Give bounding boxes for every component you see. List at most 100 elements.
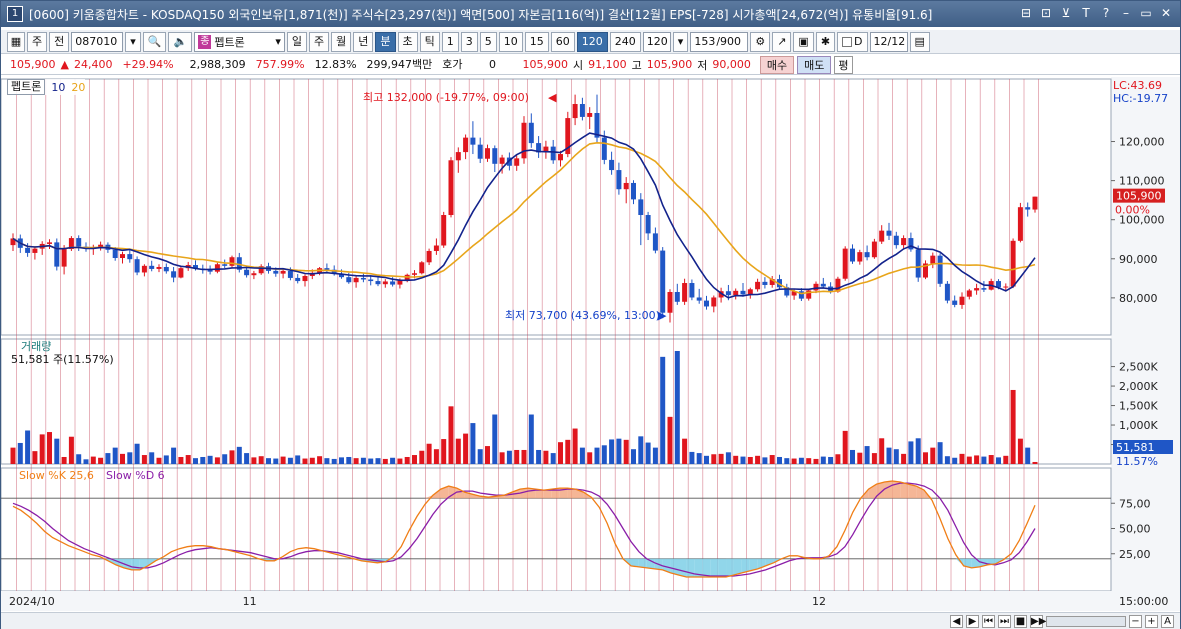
- volume-bar: [850, 449, 855, 464]
- candle-body: [368, 279, 374, 282]
- interval-select[interactable]: 120: [642, 31, 671, 52]
- volume-bar: [791, 458, 797, 464]
- stoch-tick-label: 50,00: [1119, 523, 1151, 536]
- stock-name-dropdown-icon[interactable]: ▾: [275, 35, 281, 48]
- sell-button[interactable]: 매도: [797, 55, 832, 74]
- quote-low: 90,000: [712, 57, 751, 71]
- search-icon[interactable]: 🔍: [142, 31, 167, 52]
- volume-bar: [864, 446, 870, 464]
- volume-bar: [886, 447, 892, 464]
- volume-bar: [645, 442, 651, 464]
- candle-body: [842, 248, 848, 279]
- zoom-in-icon[interactable]: +: [1145, 614, 1158, 628]
- candle-body: [966, 290, 972, 297]
- interval-5[interactable]: 5: [479, 31, 497, 52]
- volume-bar: [32, 451, 38, 464]
- volume-bar: [667, 416, 673, 464]
- interval-120[interactable]: 120: [576, 31, 608, 52]
- close-icon[interactable]: ✕: [1158, 5, 1174, 21]
- scroll-left-icon[interactable]: ◀: [950, 614, 963, 628]
- settings-icon[interactable]: ✱: [815, 31, 836, 52]
- help-icon[interactable]: ?: [1098, 5, 1114, 21]
- volume-bar: [901, 453, 907, 464]
- volume-bar: [251, 457, 257, 464]
- volume-bar: [76, 454, 82, 464]
- bar-count-input[interactable]: 153 /900: [690, 31, 749, 52]
- period-weekly-button[interactable]: 주: [27, 31, 48, 52]
- interval-1[interactable]: 1: [441, 31, 459, 52]
- volume-bar: [1017, 438, 1023, 464]
- volume-bar: [930, 447, 936, 464]
- interval-240[interactable]: 240: [609, 31, 641, 52]
- interval-15[interactable]: 15: [524, 31, 549, 52]
- interval-dropdown-icon[interactable]: ▾: [672, 31, 689, 52]
- volume-bar: [674, 351, 680, 464]
- volume-bar: [784, 458, 790, 464]
- quote-bar: 105,900 ▲ 24,400 +29.94% 2,988,309 757.9…: [1, 55, 1180, 75]
- chart-area[interactable]: 120,000110,000100,00090,00080,000최고 132,…: [1, 77, 1180, 611]
- candle-body: [813, 283, 819, 291]
- speaker-icon[interactable]: 🔈: [168, 31, 193, 52]
- pin-icon[interactable]: ⊻: [1058, 5, 1074, 21]
- d-checkbox[interactable]: D: [837, 31, 868, 52]
- volume-bar: [353, 458, 359, 464]
- candle-body: [287, 270, 293, 278]
- volume-bar: [382, 458, 388, 464]
- text-size-icon[interactable]: T: [1078, 5, 1094, 21]
- grid-icon[interactable]: ▦: [7, 31, 25, 52]
- volume-bar: [704, 455, 709, 464]
- period-day[interactable]: 일: [286, 31, 308, 52]
- quote-amount: 299,947백만: [366, 57, 433, 71]
- date-input[interactable]: 12/12: [869, 31, 908, 52]
- low-annotation: 최저 73,700 (43.69%, 13:00): [505, 309, 660, 322]
- stock-code-input[interactable]: 087010: [71, 31, 124, 52]
- candle-body: [601, 137, 607, 160]
- period-year[interactable]: 년: [353, 31, 374, 52]
- average-button[interactable]: 평: [834, 55, 853, 74]
- period-month[interactable]: 월: [331, 31, 352, 52]
- period-tick[interactable]: 틱: [419, 31, 440, 52]
- stop-icon[interactable]: ■: [1014, 614, 1027, 628]
- maximize-icon[interactable]: ▭: [1138, 5, 1154, 21]
- expand-icon[interactable]: ⊡: [1038, 5, 1054, 21]
- candle-body: [346, 277, 352, 283]
- zoom-out-icon[interactable]: −: [1129, 614, 1142, 628]
- legend-ma-long: 20: [71, 80, 86, 94]
- volume-bar: [295, 455, 301, 464]
- period-second[interactable]: 초: [397, 31, 418, 52]
- buy-button[interactable]: 매수: [759, 55, 795, 74]
- x-axis-last-time: 15:00:00: [1119, 595, 1168, 608]
- first-icon[interactable]: ⏮: [982, 614, 995, 628]
- x-axis-label: 2024/10: [9, 595, 55, 608]
- period-minute[interactable]: 분: [375, 31, 396, 52]
- indicator-icon[interactable]: ⚙: [750, 31, 771, 52]
- volume-bar: [280, 456, 286, 464]
- period-week[interactable]: 주: [309, 31, 330, 52]
- candle-body: [492, 148, 498, 164]
- volume-bar: [944, 456, 950, 464]
- prev-button[interactable]: 전: [49, 31, 70, 52]
- window-number-icon[interactable]: 1: [7, 6, 23, 22]
- minimize-icon[interactable]: –: [1118, 5, 1134, 21]
- font-size-icon[interactable]: A: [1161, 614, 1174, 628]
- volume-tick-label: 2,500K: [1119, 361, 1158, 374]
- bar-total: /900: [716, 34, 742, 48]
- save-icon[interactable]: ▣: [793, 31, 814, 52]
- quote-turnover: 12.83%: [314, 57, 357, 71]
- draw-tool-icon[interactable]: ↗: [772, 31, 792, 52]
- stock-name-box[interactable]: 종 펩트론 ▾: [194, 31, 285, 52]
- last-icon[interactable]: ⏭: [998, 614, 1011, 628]
- volume-bar: [579, 447, 585, 464]
- interval-3[interactable]: 3: [460, 31, 478, 52]
- interval-10[interactable]: 10: [498, 31, 523, 52]
- candle-body: [609, 159, 615, 171]
- code-dropdown-icon[interactable]: ▾: [125, 31, 141, 52]
- calendar-icon[interactable]: ▤: [909, 31, 930, 52]
- candle-body: [579, 104, 585, 117]
- layout-icon[interactable]: ⊟: [1018, 5, 1034, 21]
- volume-bar: [996, 457, 1001, 464]
- zoom-scrollbar[interactable]: [1046, 615, 1126, 627]
- interval-60[interactable]: 60: [550, 31, 575, 52]
- play-icon[interactable]: ▶▶: [1030, 614, 1046, 628]
- scroll-right-icon[interactable]: ▶: [966, 614, 979, 628]
